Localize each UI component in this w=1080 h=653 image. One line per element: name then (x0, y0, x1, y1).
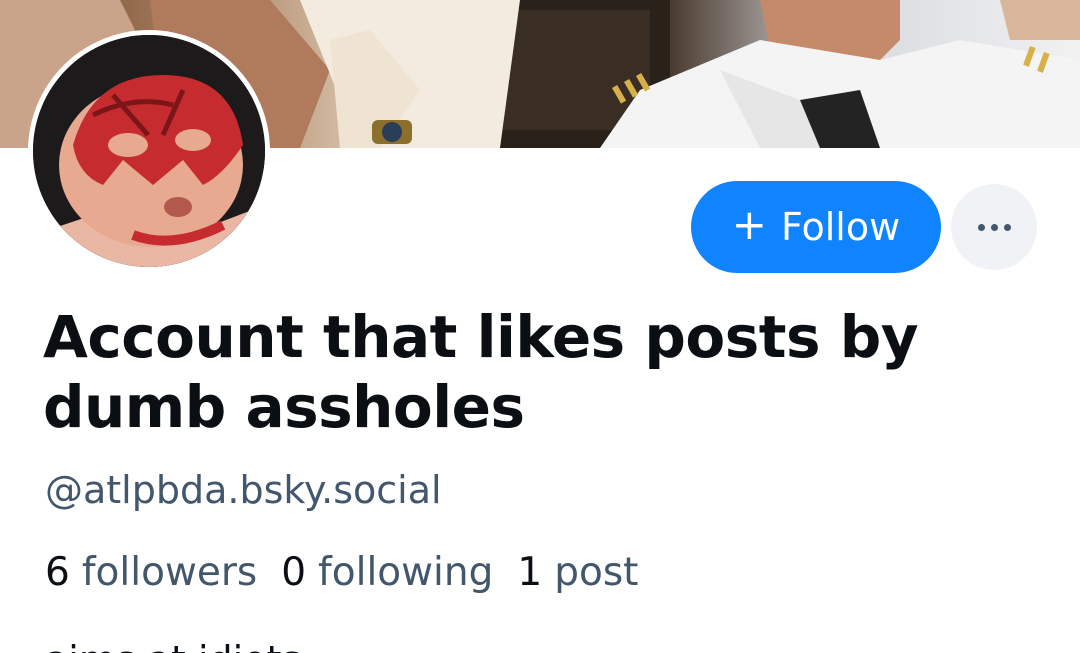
profile-page: + Follow Account that likes posts by dum… (0, 0, 1080, 653)
followers-label: followers (81, 550, 258, 595)
following-count: 0 (281, 550, 307, 595)
profile-handle: @atlpbda.bsky.social (45, 468, 442, 512)
avatar[interactable] (28, 30, 270, 272)
ellipsis-icon (977, 223, 1011, 231)
follow-button-label: Follow (781, 205, 901, 249)
profile-display-name: Account that likes posts by dumb asshole… (43, 303, 919, 441)
following-link[interactable]: 0 following (281, 548, 493, 598)
posts-count: 1 (517, 550, 543, 595)
following-label: following (318, 550, 494, 595)
follow-button[interactable]: + Follow (691, 181, 941, 273)
followers-count: 6 (45, 550, 70, 595)
posts-label: post (554, 550, 639, 595)
posts-count-display: 1 post (517, 548, 638, 598)
more-options-button[interactable] (951, 184, 1037, 270)
profile-bio: aims at idiots (45, 636, 301, 653)
plus-icon: + (731, 200, 767, 249)
avatar-image (33, 35, 265, 267)
followers-link[interactable]: 6 followers (45, 548, 257, 598)
profile-stats: 6 followers 0 following 1 post (45, 548, 638, 598)
